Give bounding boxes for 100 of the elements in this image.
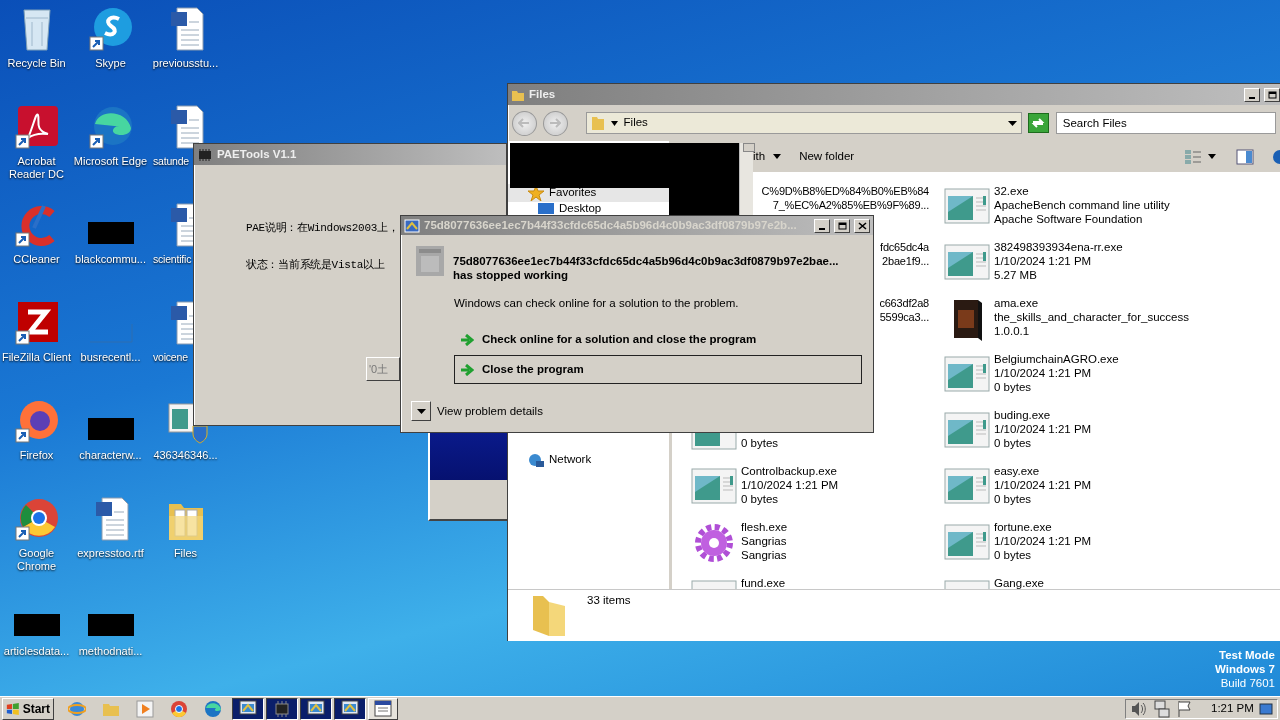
nav-label[interactable]: Favorites (549, 184, 597, 202)
option-label[interactable]: Check online for a solution and close the program (482, 331, 757, 349)
taskbar-button[interactable] (266, 697, 298, 720)
file-detail: 1.0.0.1 (994, 324, 1031, 338)
file-detail: 7_%EC%A2%85%EB%9F%89... (772, 198, 929, 212)
window-icon (374, 699, 392, 718)
show-desktop-icon[interactable] (1258, 701, 1273, 716)
desktop-icon-label[interactable]: satunde (153, 155, 189, 168)
desktop-icon-label[interactable]: blackcommu... (75, 253, 146, 266)
preview-pane-icon[interactable] (1236, 148, 1254, 165)
file-detail[interactable]: fdc65dc4a (880, 240, 929, 254)
file-name[interactable]: 32.exe (994, 184, 1170, 198)
folder-icon (590, 115, 605, 131)
caret-icon (773, 154, 782, 159)
caret-icon[interactable] (1208, 154, 1216, 159)
toolbar-button[interactable]: New folder (799, 147, 855, 166)
file-detail: 1/10/2024 1:21 PM (994, 422, 1092, 436)
nav-item[interactable]: Network (508, 451, 669, 469)
expand-button[interactable] (411, 401, 431, 422)
watermark-text: Test Mode (1218, 648, 1275, 662)
flag-icon[interactable] (1176, 699, 1194, 718)
file-name[interactable]: flesh.exe (741, 520, 788, 534)
option-button[interactable]: Close the program (454, 355, 862, 385)
file-name[interactable]: fortune.exe (994, 520, 1092, 534)
file-detail[interactable]: C%9D%B8%ED%84%B0%EB%84 (761, 184, 929, 198)
browser-icon[interactable] (13, 398, 60, 444)
minimize-button[interactable] (814, 218, 830, 233)
desktop-icon-label[interactable]: FileZilla Client (1, 351, 72, 364)
refresh-icon (1031, 117, 1046, 129)
file-name[interactable]: BelgiumchainAGRO.exe (994, 352, 1119, 366)
taskbar-button[interactable] (300, 697, 332, 720)
file-detail: 2bae1f9... (882, 254, 929, 268)
taskbar-button[interactable] (232, 697, 264, 720)
file-detail: Apache Software Foundation (994, 212, 1144, 226)
label-text: 状态：当前系统是Vista以上 (246, 257, 385, 273)
browser-icon[interactable] (204, 699, 222, 718)
toolbar-button[interactable]: ith (753, 147, 782, 166)
desktop-icon-label[interactable]: CCleaner (13, 253, 60, 266)
window-title: Files (529, 86, 557, 102)
address-bar[interactable]: Files (585, 112, 1022, 134)
close-button[interactable] (854, 218, 870, 233)
file-detail: 5.27 MB (994, 268, 1038, 282)
ftp-icon[interactable] (13, 300, 60, 346)
file-detail: Sangrias (741, 534, 788, 548)
file-detail: 0 bytes (994, 548, 1033, 562)
desktop-icon-label[interactable]: Acrobat Reader DC (9, 155, 64, 181)
search-field[interactable]: Search Files (1055, 112, 1276, 134)
desktop-icon-label[interactable]: characterw... (79, 449, 142, 462)
nav-label[interactable]: Network (549, 451, 592, 469)
browser-icon[interactable] (13, 496, 60, 542)
pdf-icon[interactable] (13, 104, 60, 150)
file-name[interactable]: easy.exe (994, 464, 1092, 478)
network-icon (528, 452, 544, 468)
chat-icon[interactable] (87, 6, 134, 52)
window-icon (307, 699, 325, 718)
desktop-icon-label[interactable]: previousstu... (152, 57, 219, 70)
option-label[interactable]: Close the program (482, 361, 584, 379)
file-detail[interactable]: c663df2a8 (879, 296, 929, 310)
minimize-button[interactable] (1244, 87, 1260, 102)
dropdown-icon[interactable] (1007, 120, 1017, 126)
file-name[interactable]: Controlbackup.exe (741, 464, 839, 478)
chip-icon (273, 699, 291, 718)
desktop-icon-label[interactable]: Skype (95, 57, 126, 70)
file-name[interactable]: ama.exe (994, 296, 1189, 310)
file-name[interactable]: Gang.exe (994, 576, 1044, 589)
window-icon (239, 699, 257, 718)
file-detail: 0 bytes (994, 492, 1033, 506)
maximize-button[interactable] (1264, 87, 1280, 102)
file-name[interactable]: fund.exe (741, 576, 786, 589)
file-detail: 0 bytes (741, 492, 780, 506)
refresh-button[interactable] (1027, 113, 1049, 133)
network-icon[interactable] (1153, 699, 1171, 718)
option-button[interactable]: Check online for a solution and close the program (454, 325, 862, 355)
browser-icon[interactable] (87, 104, 134, 150)
desktop-icon-label[interactable]: Microsoft Edge (73, 155, 148, 168)
desktop-icon-label[interactable]: 436346346... (153, 449, 218, 462)
maximize-button[interactable] (834, 218, 850, 233)
desktop-icon-label[interactable]: scientific (153, 253, 192, 266)
window-icon (404, 218, 420, 233)
watermark-text: Build 7601 (1219, 676, 1275, 690)
file-detail: 5599ca3... (879, 310, 929, 324)
nav-label[interactable]: Desktop (559, 200, 602, 218)
file-detail: ApacheBench command line utility (994, 198, 1170, 212)
desktop-icon-label[interactable]: busrecentl... (80, 351, 141, 364)
browser-icon[interactable] (170, 699, 188, 718)
scrollbar[interactable] (739, 143, 753, 216)
file-name[interactable]: buding.exe (994, 408, 1092, 422)
desktop-icon-label[interactable]: Recycle Bin (7, 57, 66, 70)
breadcrumb-item[interactable]: Files (623, 114, 1002, 132)
taskbar-button[interactable] (334, 697, 366, 720)
desktop-icon-label[interactable]: Firefox (19, 449, 54, 462)
file-name[interactable]: 382498393934ena-rr.exe (994, 240, 1123, 254)
label-text: PAE说明：在Windows2003上， (246, 221, 399, 236)
monitor-icon (538, 201, 554, 217)
file-detail[interactable]: 0 bytes (741, 436, 779, 450)
desktop-icon-label[interactable]: voicene (153, 351, 188, 364)
start-button[interactable]: Start (2, 697, 54, 720)
item-count: 33 items (587, 593, 631, 608)
scrollbar-thumb[interactable] (743, 143, 755, 152)
details-link[interactable]: View problem details (437, 402, 543, 420)
